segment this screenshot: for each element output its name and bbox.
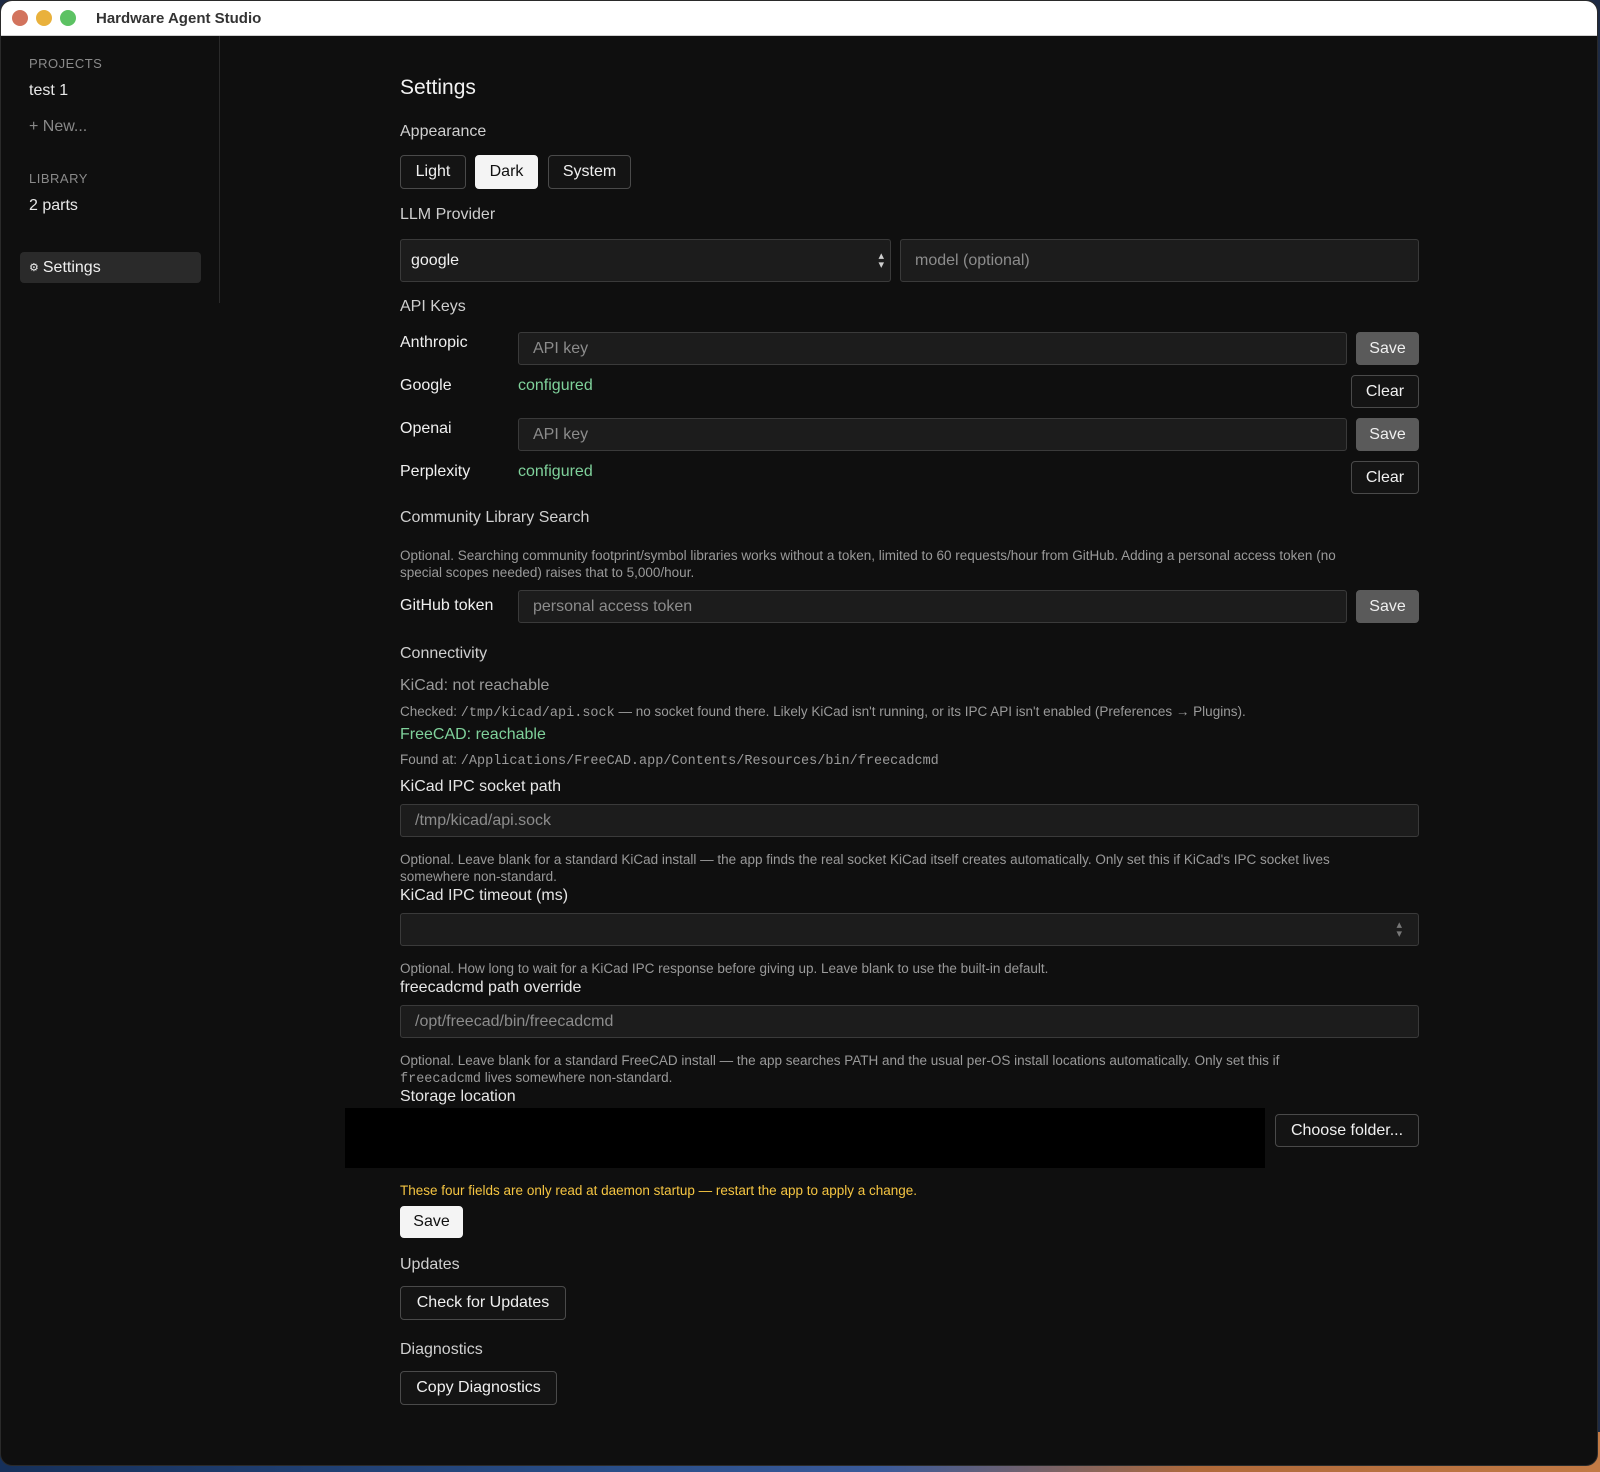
help-line: Optional. Leave blank for a standard Fre… [400,1053,1280,1068]
google-clear-button[interactable]: Clear [1351,375,1419,408]
freecad-override-input[interactable]: /opt/freecad/bin/freecadcmd [400,1005,1419,1038]
chevron-updown-icon: ▴ ▾ [878,249,884,271]
help-line: Optional. Leave blank for a standard KiC… [400,852,1330,867]
theme-dark-button[interactable]: Dark [475,155,538,189]
help-line: somewhere non-standard. [400,869,557,884]
help-line: special scopes needed) raises that to 5,… [400,565,695,580]
theme-system-button[interactable]: System [548,155,631,189]
github-token-input[interactable]: personal access token [518,590,1347,623]
sidebar-item-library[interactable]: 2 parts [29,197,78,215]
freecadcmd-code: freecadcmd [400,1072,482,1087]
freecad-status: FreeCAD: reachable [400,726,546,743]
openai-save-button[interactable]: Save [1356,418,1419,451]
freecad-override-label: freecadcmd path override [400,979,582,996]
openai-label: Openai [400,420,452,437]
llm-provider-value: google [411,251,460,269]
model-input[interactable]: model (optional) [900,239,1419,282]
storage-location-label: Storage location [400,1088,516,1105]
checked-prefix: Checked: [400,704,461,719]
anthropic-save-button[interactable]: Save [1356,332,1419,365]
google-status: configured [518,377,593,394]
page-title: Settings [400,76,476,99]
github-token-label: GitHub token [400,597,494,614]
sidebar-item-project[interactable]: test 1 [29,82,68,100]
llm-provider-heading: LLM Provider [400,206,496,223]
kicad-timeout-input[interactable]: ▴ ▾ [400,913,1419,946]
sidebar-item-label: Settings [42,258,101,276]
sidebar-item-settings[interactable]: ⚙ Settings [20,252,201,283]
maximize-window-button[interactable] [60,10,76,26]
diagnostics-heading: Diagnostics [400,1341,483,1358]
sidebar: PROJECTS test 1 + New... LIBRARY 2 parts… [1,36,220,303]
theme-light-button[interactable]: Light [400,155,466,189]
community-search-heading: Community Library Search [400,509,590,526]
check-updates-button[interactable]: Check for Updates [400,1286,566,1320]
github-token-save-button[interactable]: Save [1356,590,1419,623]
minimize-window-button[interactable] [36,10,52,26]
redacted-region [345,1108,1265,1168]
window-controls [12,10,76,26]
copy-diagnostics-button[interactable]: Copy Diagnostics [400,1371,557,1405]
close-window-button[interactable] [12,10,28,26]
help-line: Optional. Searching community footprint/… [400,548,1336,563]
stepper-icon[interactable]: ▴ ▾ [1396,919,1402,939]
kicad-timeout-help: Optional. How long to wait for a KiCad I… [400,961,1049,976]
connectivity-heading: Connectivity [400,645,488,662]
anthropic-label: Anthropic [400,334,468,351]
window-title: Hardware Agent Studio [96,9,262,27]
community-help-text: Optional. Searching community footprint/… [400,547,1420,581]
projects-heading: PROJECTS [29,56,103,71]
llm-provider-select[interactable]: google ▴ ▾ [400,239,891,282]
kicad-socket-input[interactable]: /tmp/kicad/api.sock [400,804,1419,837]
help-line: freecadcmd lives somewhere non-standard. [400,1069,1420,1088]
save-settings-button[interactable]: Save [400,1206,463,1238]
kicad-socket-path: /tmp/kicad/api.sock [460,706,615,721]
app-window: Hardware Agent Studio PROJECTS test 1 + … [0,0,1598,1466]
help-rest: lives somewhere non-standard. [481,1070,673,1085]
checked-suffix: — no socket found there. Likely KiCad is… [614,704,1246,719]
new-project-button[interactable]: + New... [29,118,87,136]
library-heading: LIBRARY [29,171,88,186]
kicad-socket-help: Optional. Leave blank for a standard KiC… [400,851,1420,885]
perplexity-clear-button[interactable]: Clear [1351,461,1419,494]
perplexity-status: configured [518,463,593,480]
freecad-path: /Applications/FreeCAD.app/Contents/Resou… [460,754,939,769]
kicad-status: KiCad: not reachable [400,677,550,694]
kicad-socket-label: KiCad IPC socket path [400,778,561,795]
restart-warning: These four fields are only read at daemo… [400,1183,918,1198]
updates-heading: Updates [400,1256,460,1273]
freecad-found-text: Found at: /Applications/FreeCAD.app/Cont… [400,751,939,770]
appearance-heading: Appearance [400,123,487,140]
perplexity-label: Perplexity [400,463,471,480]
title-bar: Hardware Agent Studio [1,1,1597,36]
anthropic-api-key-input[interactable]: API key [518,332,1347,365]
api-keys-heading: API Keys [400,298,466,315]
gear-icon: ⚙ [29,262,39,274]
freecad-override-help: Optional. Leave blank for a standard Fre… [400,1052,1420,1088]
kicad-checked-text: Checked: /tmp/kicad/api.sock — no socket… [400,703,1420,722]
kicad-timeout-label: KiCad IPC timeout (ms) [400,887,569,904]
google-label: Google [400,377,452,394]
choose-folder-button[interactable]: Choose folder... [1275,1114,1419,1147]
found-prefix: Found at: [400,752,461,767]
openai-api-key-input[interactable]: API key [518,418,1347,451]
